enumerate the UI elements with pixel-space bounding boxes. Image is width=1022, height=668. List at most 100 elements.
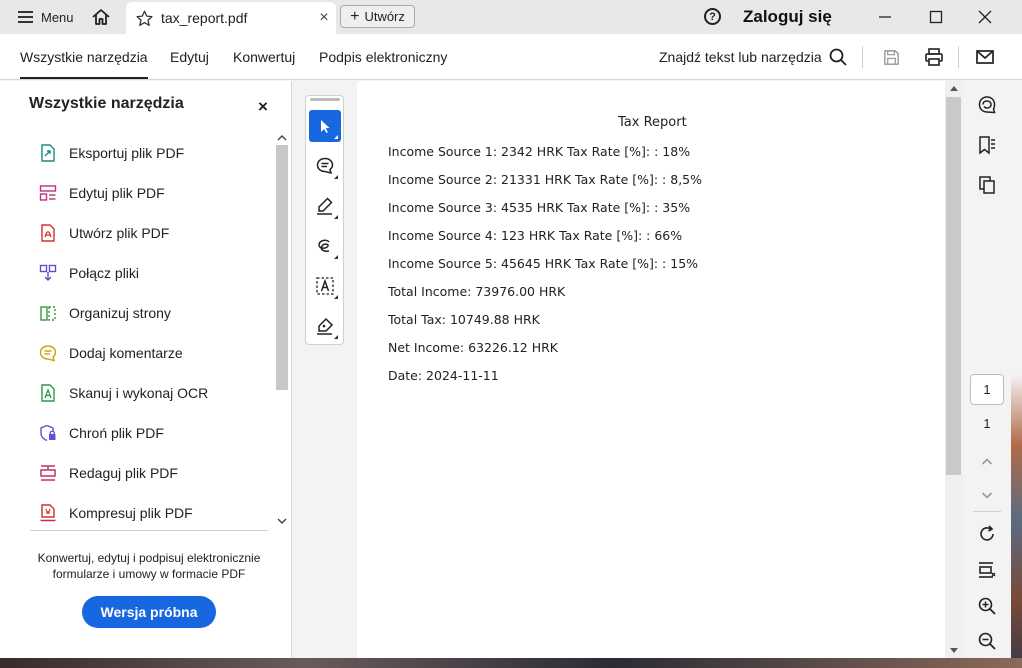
next-page-icon[interactable]	[975, 483, 999, 507]
zoom-in-icon[interactable]	[975, 594, 999, 618]
rail-divider	[973, 511, 1001, 512]
document-line: Income Source 1: 2342 HRK Tax Rate [%]: …	[388, 144, 691, 159]
menu-button[interactable]: Menu	[0, 0, 84, 34]
select-tool-button[interactable]	[309, 110, 341, 142]
document-line: Income Source 4: 123 HRK Tax Rate [%]: :…	[388, 228, 683, 243]
panel-title: Wszystkie narzędzia	[29, 95, 184, 112]
maximize-icon	[929, 10, 943, 24]
zoom-out-icon[interactable]	[975, 629, 999, 653]
right-rail: 1 1	[963, 81, 1011, 658]
pdf-page[interactable]: Tax Report Income Source 1: 2342 HRK Tax…	[357, 81, 945, 658]
panel-close-icon[interactable]: ×	[258, 97, 268, 117]
help-icon[interactable]: ?	[704, 8, 721, 25]
comment-tool-button[interactable]	[309, 150, 341, 182]
tool-combine-files[interactable]: Połącz pliki	[38, 261, 139, 285]
save-icon[interactable]	[880, 46, 902, 68]
document-tab[interactable]: tax_report.pdf ×	[126, 2, 336, 34]
tools-scrollbar[interactable]	[274, 133, 290, 531]
email-icon[interactable]	[974, 46, 996, 68]
home-icon	[91, 9, 110, 25]
sign-tool-button[interactable]	[309, 310, 341, 342]
find-text-or-tools[interactable]: Znajdź tekst lub narzędzia	[659, 49, 822, 65]
scroll-up-icon[interactable]	[950, 86, 958, 91]
toolbar-divider	[958, 46, 959, 68]
scroll-down-icon[interactable]	[277, 517, 287, 525]
plus-icon: +	[350, 7, 360, 25]
comment-icon	[316, 157, 334, 175]
tool-label: Organizuj strony	[69, 305, 171, 321]
maximize-button[interactable]	[913, 0, 959, 34]
tool-protect-pdf[interactable]: Chroń plik PDF	[38, 421, 164, 445]
comment-icon	[38, 343, 58, 363]
minimize-button[interactable]	[862, 0, 908, 34]
search-icon[interactable]	[827, 46, 849, 68]
draw-tool-button[interactable]	[309, 230, 341, 262]
protect-pdf-icon	[38, 423, 58, 443]
star-icon[interactable]	[136, 10, 153, 27]
tool-label: Utwórz plik PDF	[69, 225, 170, 241]
bookmarks-icon[interactable]	[975, 133, 999, 157]
strip-drag-handle[interactable]	[310, 98, 340, 101]
organize-pages-icon	[38, 303, 58, 323]
tool-add-comments[interactable]: Dodaj komentarze	[38, 341, 183, 365]
document-line: Date: 2024-11-11	[388, 368, 499, 383]
scrollbar-thumb[interactable]	[946, 97, 961, 475]
ai-assistant-icon[interactable]	[975, 93, 999, 117]
tool-label: Edytuj plik PDF	[69, 185, 165, 201]
previous-page-icon[interactable]	[975, 450, 999, 474]
minimize-icon	[879, 16, 891, 18]
scroll-up-icon[interactable]	[277, 134, 287, 142]
home-button[interactable]	[84, 0, 118, 34]
tool-label: Dodaj komentarze	[69, 345, 183, 361]
tab-e-signature[interactable]: Podpis elektroniczny	[319, 49, 447, 65]
scroll-down-icon[interactable]	[950, 648, 958, 653]
desktop-background-edge	[1011, 81, 1022, 668]
tab-convert[interactable]: Konwertuj	[233, 49, 295, 65]
scrollbar-thumb[interactable]	[276, 145, 288, 390]
main-toolbar: Wszystkie narzędzia Edytuj Konwertuj Pod…	[0, 34, 1022, 80]
create-pdf-icon	[38, 223, 58, 243]
close-window-button[interactable]	[962, 0, 1008, 34]
compress-pdf-icon	[38, 503, 58, 523]
print-icon[interactable]	[923, 46, 945, 68]
document-line: Income Source 3: 4535 HRK Tax Rate [%]: …	[388, 200, 691, 215]
promo-text: Konwertuj, edytuj i podpisuj elektronicz…	[37, 551, 261, 581]
text-select-tool-button[interactable]	[309, 270, 341, 302]
tool-scan-ocr[interactable]: Skanuj i wykonaj OCR	[38, 381, 208, 405]
toolbar-divider	[862, 46, 863, 68]
redact-pdf-icon	[38, 463, 58, 483]
tool-create-pdf[interactable]: Utwórz plik PDF	[38, 221, 169, 245]
free-trial-button[interactable]: Wersja próbna	[82, 596, 216, 628]
login-button[interactable]: Zaloguj się	[743, 7, 832, 27]
tool-label: Chroń plik PDF	[69, 425, 164, 441]
fit-page-icon[interactable]	[975, 558, 999, 582]
tab-close-icon[interactable]: ×	[312, 9, 336, 27]
tab-all-tools[interactable]: Wszystkie narzędzia	[20, 49, 148, 79]
cursor-icon	[321, 120, 330, 133]
document-scrollbar[interactable]	[945, 81, 963, 658]
acrobat-window: Menu tax_report.pdf × + Utwórz ? Zaloguj…	[0, 0, 1022, 668]
panel-divider	[30, 530, 268, 531]
highlighter-icon	[317, 197, 333, 215]
freehand-draw-icon	[318, 239, 330, 252]
current-page-input[interactable]: 1	[970, 374, 1004, 405]
edit-pdf-icon	[38, 183, 58, 203]
create-button[interactable]: + Utwórz	[340, 5, 415, 28]
pages-copy-icon[interactable]	[975, 173, 999, 197]
all-tools-panel: Wszystkie narzędzia × Eksportuj plik PDF…	[0, 81, 292, 658]
combine-files-icon	[38, 263, 58, 283]
tool-compress-pdf[interactable]: Kompresuj plik PDF	[38, 501, 193, 525]
quick-tools-strip	[305, 95, 344, 345]
hamburger-icon	[18, 11, 33, 23]
rotate-icon[interactable]	[975, 522, 999, 546]
highlight-tool-button[interactable]	[309, 190, 341, 222]
scan-ocr-icon	[38, 383, 58, 403]
tab-title: tax_report.pdf	[161, 10, 248, 26]
close-icon	[978, 10, 992, 24]
tab-edit[interactable]: Edytuj	[170, 49, 209, 65]
document-line: Total Tax: 10749.88 HRK	[388, 312, 540, 327]
tool-export-pdf[interactable]: Eksportuj plik PDF	[38, 141, 184, 165]
tool-organize-pages[interactable]: Organizuj strony	[38, 301, 171, 325]
tool-edit-pdf[interactable]: Edytuj plik PDF	[38, 181, 165, 205]
tool-redact-pdf[interactable]: Redaguj plik PDF	[38, 461, 178, 485]
